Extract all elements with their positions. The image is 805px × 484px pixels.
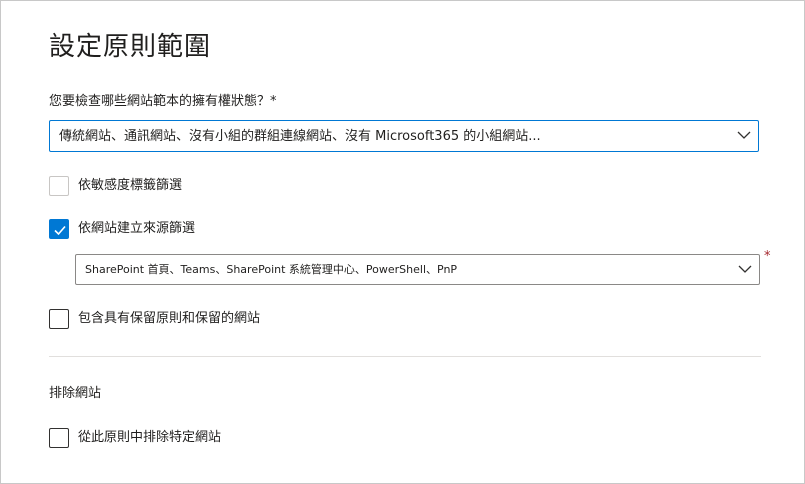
exclude-specific-checkbox[interactable] <box>49 428 69 448</box>
retention-checkbox[interactable] <box>49 309 69 329</box>
scope-panel: 設定原則範圍 您要檢查哪些網站範本的擁有權狀態？* 傳統網站、通訊網站、沒有小組… <box>0 0 805 484</box>
source-filter-checkbox[interactable] <box>49 219 69 239</box>
exclude-specific-label: 從此原則中排除特定網站 <box>78 430 222 445</box>
site-template-question: 您要檢查哪些網站範本的擁有權狀態？* <box>49 94 277 109</box>
retention-label: 包含具有保留原則和保留的網站 <box>78 311 261 326</box>
sensitivity-filter-checkbox[interactable] <box>49 176 69 196</box>
exclude-sites-heading: 排除網站 <box>49 386 102 401</box>
chevron-down-icon <box>736 127 752 143</box>
section-divider <box>49 356 761 357</box>
chevron-down-icon <box>737 261 753 277</box>
site-template-dropdown[interactable]: 傳統網站、通訊網站、沒有小組的群組連線網站、沒有 Microsoft365 的小… <box>49 120 759 152</box>
creation-source-dropdown[interactable]: SharePoint 首頁、Teams、SharePoint 系統管理中心、Po… <box>75 254 760 285</box>
creation-source-selected-value: SharePoint 首頁、Teams、SharePoint 系統管理中心、Po… <box>85 263 458 276</box>
sensitivity-filter-label: 依敏感度標籤篩選 <box>78 178 183 193</box>
site-template-selected-value: 傳統網站、通訊網站、沒有小組的群組連線網站、沒有 Microsoft365 的小… <box>59 129 541 144</box>
required-asterisk: * <box>764 249 771 264</box>
source-filter-label: 依網站建立來源篩選 <box>78 221 196 236</box>
checkmark-icon <box>54 225 66 236</box>
page-title: 設定原則範圍 <box>49 32 212 62</box>
